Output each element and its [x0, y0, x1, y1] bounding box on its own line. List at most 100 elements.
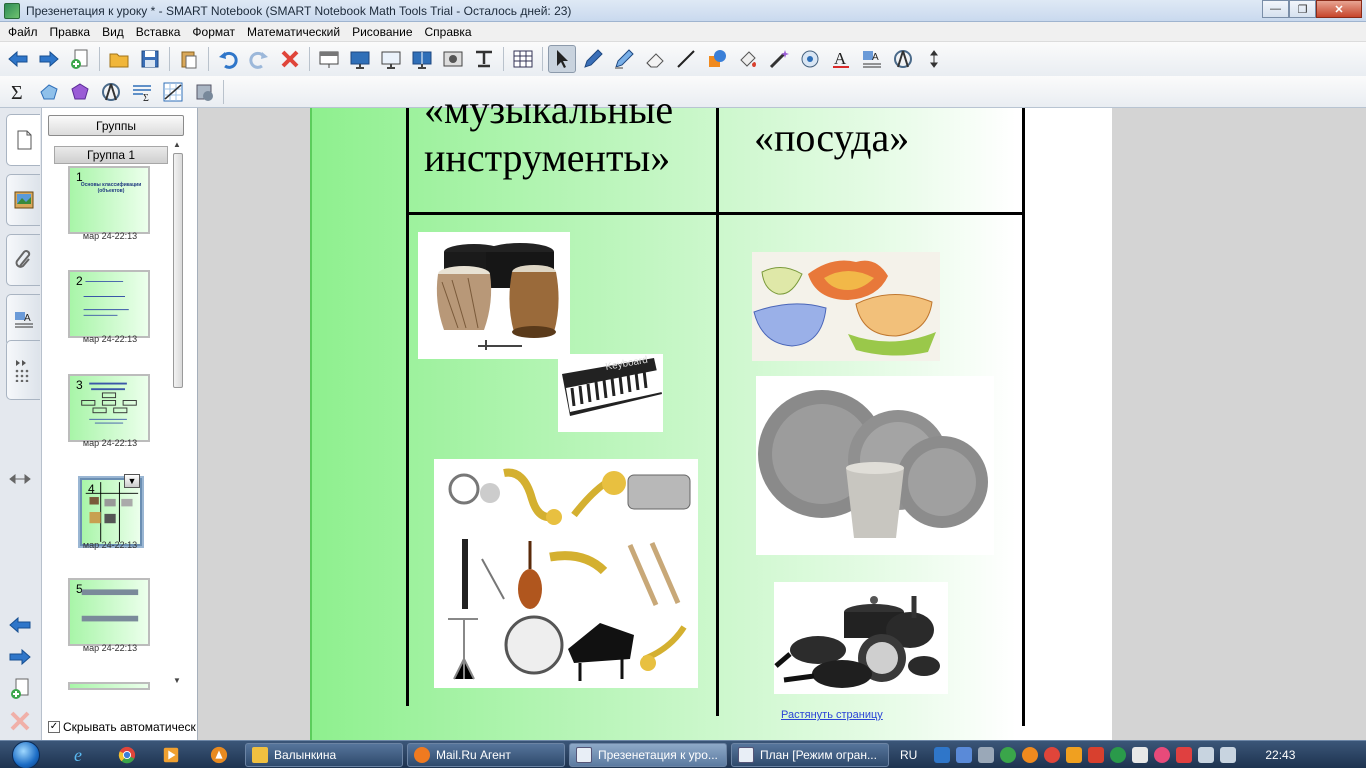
- page-menu-chevron-down-icon[interactable]: ▼: [124, 474, 140, 488]
- shapes-icon[interactable]: [703, 45, 731, 73]
- heading-music-line2[interactable]: инструменты»: [424, 136, 670, 180]
- delete-page-icon[interactable]: [8, 710, 32, 732]
- task-word-document[interactable]: План [Режим огран...: [731, 743, 889, 767]
- tray-usb-icon[interactable]: [1132, 747, 1149, 763]
- task-smart-notebook[interactable]: Презенетация к уро...: [569, 743, 727, 767]
- line-icon[interactable]: [672, 45, 700, 73]
- save-icon[interactable]: [136, 45, 164, 73]
- add-page-side-icon[interactable]: [8, 678, 32, 700]
- forward-arrow-icon[interactable]: [35, 45, 63, 73]
- chrome-icon[interactable]: [116, 745, 138, 765]
- tray-mail-icon[interactable]: [1154, 747, 1171, 763]
- menu-format[interactable]: Формат: [186, 22, 241, 42]
- tray-tool-icon[interactable]: [978, 747, 995, 763]
- tray-pause-icon[interactable]: [1066, 747, 1083, 763]
- language-indicator[interactable]: RU: [900, 748, 917, 762]
- equation-icon[interactable]: Σ: [128, 78, 156, 106]
- tab-properties[interactable]: A: [6, 294, 40, 346]
- next-page-icon[interactable]: [8, 646, 32, 668]
- page-thumbnail-3[interactable]: 3: [68, 374, 150, 442]
- menu-edit[interactable]: Правка: [44, 22, 97, 42]
- tray-network-icon[interactable]: [956, 747, 973, 763]
- move-toolbar-icon[interactable]: [920, 45, 948, 73]
- select-icon[interactable]: [548, 45, 576, 73]
- page-thumbnail-2[interactable]: 2: [68, 270, 150, 338]
- measurement-icon[interactable]: [889, 45, 917, 73]
- document-camera-icon[interactable]: [470, 45, 498, 73]
- eraser-icon[interactable]: [641, 45, 669, 73]
- musical-instruments-collage-image[interactable]: [434, 459, 698, 688]
- tab-add-ons[interactable]: [6, 340, 40, 400]
- autohide-checkbox[interactable]: ✓ Скрывать автоматическ: [48, 720, 196, 734]
- heading-dishes[interactable]: «посуда»: [754, 116, 909, 160]
- sigma-icon[interactable]: Σ: [4, 78, 32, 106]
- tray-orange-icon[interactable]: [1022, 747, 1039, 763]
- page-thumbnail-1[interactable]: 1 Основы классификации (объектов): [68, 166, 150, 234]
- compass-icon[interactable]: [97, 78, 125, 106]
- slide-canvas[interactable]: «музыкальные инструменты» «посуда» Keybo…: [310, 88, 1112, 740]
- task-folder[interactable]: Валынкина: [245, 743, 403, 767]
- scroll-up-icon[interactable]: ▲: [173, 140, 181, 149]
- shape-3d-icon[interactable]: [35, 78, 63, 106]
- groups-button[interactable]: Группы: [48, 115, 184, 136]
- scroll-thumb[interactable]: [173, 153, 183, 388]
- fill-icon[interactable]: [734, 45, 762, 73]
- graph-icon[interactable]: [159, 78, 187, 106]
- tray-volume-icon[interactable]: [1220, 747, 1237, 763]
- menu-view[interactable]: Вид: [96, 22, 130, 42]
- clock[interactable]: 22:43: [1265, 748, 1295, 762]
- redo-icon[interactable]: [245, 45, 273, 73]
- tray-flag-icon[interactable]: [1176, 747, 1193, 763]
- resize-horizontal-icon[interactable]: [8, 468, 32, 490]
- task-mail-agent[interactable]: Mail.Ru Агент: [407, 743, 565, 767]
- menu-file[interactable]: Файл: [2, 22, 44, 42]
- pen-icon[interactable]: [579, 45, 607, 73]
- stretch-page-link[interactable]: Растянуть страницу: [781, 709, 883, 721]
- screen-shade-icon[interactable]: [315, 45, 343, 73]
- table-icon[interactable]: [509, 45, 537, 73]
- heading-music-line1[interactable]: «музыкальные: [424, 88, 673, 132]
- page-thumbnail-6[interactable]: [68, 682, 150, 690]
- scroll-down-icon[interactable]: ▼: [173, 676, 181, 685]
- checkbox-check-icon[interactable]: ✓: [48, 721, 60, 733]
- frying-pans-image[interactable]: [774, 582, 948, 694]
- creative-pen-icon[interactable]: [610, 45, 638, 73]
- page-thumbnail-4[interactable]: 4: [80, 478, 142, 546]
- dual-page-icon[interactable]: [408, 45, 436, 73]
- maximize-button[interactable]: ❐: [1289, 0, 1316, 18]
- tab-page-sorter[interactable]: [6, 114, 40, 166]
- paste-icon[interactable]: [175, 45, 203, 73]
- menu-draw[interactable]: Рисование: [346, 22, 418, 42]
- paper-plates-image[interactable]: [756, 376, 994, 555]
- tabla-drums-image[interactable]: [418, 232, 570, 359]
- sorter-scrollbar[interactable]: ▲ ▼: [172, 138, 184, 688]
- minimize-button[interactable]: —: [1262, 0, 1289, 18]
- capture-icon[interactable]: [439, 45, 467, 73]
- start-button[interactable]: [4, 741, 48, 768]
- transparent-background-icon[interactable]: [377, 45, 405, 73]
- tray-red-icon[interactable]: [1044, 747, 1061, 763]
- keyboard-synthesizer-image[interactable]: Keyboard: [558, 354, 663, 432]
- tray-app-icon[interactable]: [934, 747, 951, 763]
- internet-explorer-icon[interactable]: e: [70, 745, 92, 765]
- tab-attachments[interactable]: [6, 234, 40, 286]
- text-icon[interactable]: A: [827, 45, 855, 73]
- handwriting-icon[interactable]: A: [858, 45, 886, 73]
- math-tools-icon[interactable]: [190, 78, 218, 106]
- tray-signal-icon[interactable]: [1198, 747, 1215, 763]
- magic-pen-icon[interactable]: [765, 45, 793, 73]
- menu-help[interactable]: Справка: [419, 22, 478, 42]
- previous-page-icon[interactable]: [8, 614, 32, 636]
- group-header[interactable]: Группа 1: [54, 146, 168, 164]
- properties-icon[interactable]: [796, 45, 824, 73]
- tray-media-icon[interactable]: [1088, 747, 1105, 763]
- tray-update-icon[interactable]: [1110, 747, 1127, 763]
- back-arrow-icon[interactable]: [4, 45, 32, 73]
- app-shortcut-icon[interactable]: [208, 745, 230, 765]
- tray-green-icon[interactable]: [1000, 747, 1017, 763]
- open-folder-icon[interactable]: [105, 45, 133, 73]
- undo-icon[interactable]: [214, 45, 242, 73]
- page-thumbnail-5[interactable]: 5: [68, 578, 150, 646]
- menu-math[interactable]: Математический: [241, 22, 346, 42]
- tab-gallery[interactable]: [6, 174, 40, 226]
